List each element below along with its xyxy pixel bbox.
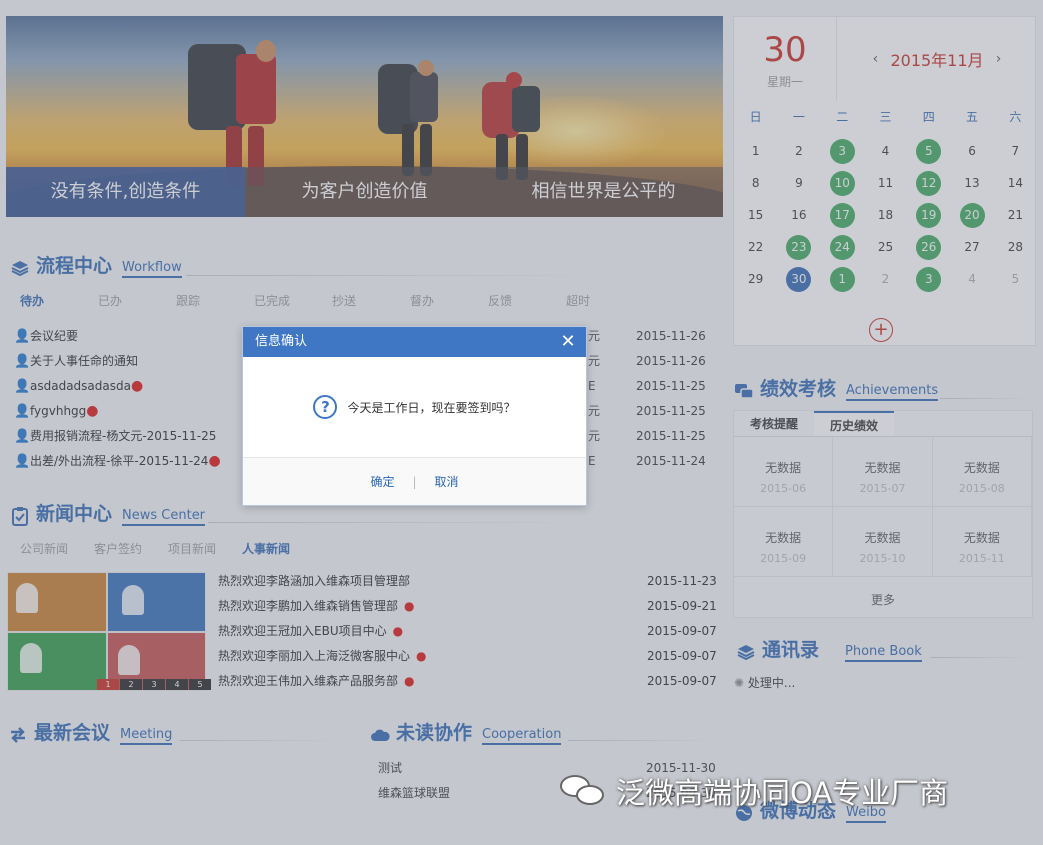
dialog-header: 信息确认 ✕ <box>243 327 586 357</box>
wechat-watermark: 泛微高端协同OA专业厂商 <box>558 770 948 812</box>
dialog-message: 今天是工作日，现在要签到吗？ <box>347 400 516 415</box>
dialog-footer: 确定 | 取消 <box>243 458 586 505</box>
question-icon: ? <box>313 395 338 419</box>
ok-button[interactable]: 确定 <box>352 473 412 490</box>
confirm-dialog: 信息确认 ✕ ? 今天是工作日，现在要签到吗？ 确定 | 取消 <box>242 326 587 506</box>
watermark-text: 泛微高端协同OA专业厂商 <box>616 776 949 810</box>
dialog-title: 信息确认 <box>255 334 308 349</box>
close-icon[interactable]: ✕ <box>556 327 580 357</box>
cancel-button[interactable]: 取消 <box>417 473 477 490</box>
wechat-logo-icon <box>558 771 608 811</box>
dialog-body: ? 今天是工作日，现在要签到吗？ <box>243 357 586 458</box>
